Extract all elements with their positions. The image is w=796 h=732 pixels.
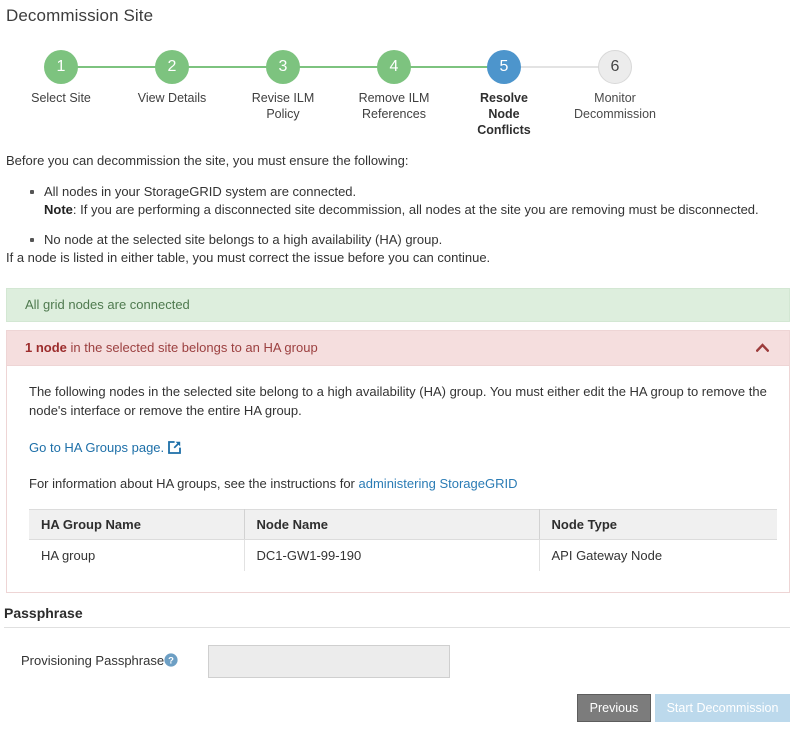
column-header-ha-group-name[interactable]: HA Group Name: [29, 510, 244, 540]
cell-ha-group-name: HA group: [29, 540, 244, 572]
external-link-icon[interactable]: [168, 441, 181, 454]
requirement-2-text: No node at the selected site belongs to …: [44, 232, 442, 247]
step-number-4: 4: [377, 50, 411, 84]
requirement-item-nodes-connected: All nodes in your StorageGRID system are…: [44, 183, 790, 219]
previous-button[interactable]: Previous: [577, 694, 651, 722]
step-number-5: 5: [487, 50, 521, 84]
ha-groups-table: HA Group Name Node Name Node Type HA gro…: [29, 509, 777, 572]
step-number-3: 3: [266, 50, 300, 84]
administering-storagegrid-link[interactable]: administering StorageGRID: [359, 476, 518, 491]
requirement-1-text: All nodes in your StorageGRID system are…: [44, 184, 356, 199]
requirements-section: Before you can decommission the site, yo…: [6, 152, 790, 267]
ha-conflict-message: in the selected site belongs to an HA gr…: [67, 340, 318, 355]
svg-text:?: ?: [168, 655, 174, 666]
step-label-4: Remove ILM References: [338, 90, 450, 122]
decommission-stepper: 1 Select Site 2 View Details 3 Revise IL…: [0, 50, 796, 130]
step-monitor-decommission[interactable]: 6 Monitor Decommission: [559, 50, 671, 122]
step-number-6: 6: [598, 50, 632, 84]
step-label-1: Select Site: [5, 90, 117, 106]
go-to-ha-groups-link[interactable]: Go to HA Groups page.: [29, 440, 164, 455]
step-label-6: Monitor Decommission: [559, 90, 671, 122]
ha-conflict-accordion-header[interactable]: 1 node in the selected site belongs to a…: [6, 330, 790, 366]
grid-nodes-connected-banner: All grid nodes are connected: [6, 288, 790, 322]
table-row: HA group DC1-GW1-99-190 API Gateway Node: [29, 540, 777, 572]
cell-node-name: DC1-GW1-99-190: [244, 540, 539, 572]
passphrase-section-title: Passphrase: [4, 605, 83, 621]
column-header-node-type[interactable]: Node Type: [539, 510, 777, 540]
cell-node-type: API Gateway Node: [539, 540, 777, 572]
table-header-row: HA Group Name Node Name Node Type: [29, 510, 777, 540]
provisioning-passphrase-label: Provisioning Passphrase: [21, 653, 164, 668]
step-select-site[interactable]: 1 Select Site: [5, 50, 117, 106]
step-number-2: 2: [155, 50, 189, 84]
step-label-2: View Details: [116, 90, 228, 106]
note-text: : If you are performing a disconnected s…: [73, 202, 759, 217]
page-title: Decommission Site: [6, 6, 153, 26]
step-remove-ilm-references[interactable]: 4 Remove ILM References: [338, 50, 450, 122]
ha-conflict-accordion: 1 node in the selected site belongs to a…: [6, 330, 790, 593]
ha-groups-info-row: For information about HA groups, see the…: [29, 474, 767, 493]
ha-conflict-count: 1 node: [25, 340, 67, 355]
ha-groups-info-prefix: For information about HA groups, see the…: [29, 476, 359, 491]
note-label: Note: [44, 202, 73, 217]
step-view-details[interactable]: 2 View Details: [116, 50, 228, 106]
requirement-1-note: Note: If you are performing a disconnect…: [44, 201, 790, 219]
requirements-list: All nodes in your StorageGRID system are…: [6, 183, 790, 249]
column-header-node-name[interactable]: Node Name: [244, 510, 539, 540]
provisioning-passphrase-input[interactable]: [208, 645, 450, 678]
ha-conflict-description: The following nodes in the selected site…: [29, 382, 767, 420]
step-label-5: Resolve Node Conflicts: [448, 90, 560, 138]
passphrase-divider: [4, 627, 790, 628]
chevron-up-icon[interactable]: [756, 343, 769, 352]
start-decommission-button[interactable]: Start Decommission: [655, 694, 790, 722]
requirement-item-no-ha-group: No node at the selected site belongs to …: [44, 231, 790, 249]
requirements-lead: Before you can decommission the site, yo…: [6, 152, 790, 170]
step-resolve-node-conflicts[interactable]: 5 Resolve Node Conflicts: [448, 50, 560, 138]
step-label-3: Revise ILM Policy: [227, 90, 339, 122]
requirements-tail: If a node is listed in either table, you…: [6, 249, 790, 267]
step-number-1: 1: [44, 50, 78, 84]
ha-groups-link-row: Go to HA Groups page.: [29, 438, 767, 457]
help-circle-icon[interactable]: ?: [164, 653, 178, 667]
grid-nodes-connected-text: All grid nodes are connected: [25, 297, 190, 312]
step-revise-ilm-policy[interactable]: 3 Revise ILM Policy: [227, 50, 339, 122]
ha-conflict-accordion-body: The following nodes in the selected site…: [6, 366, 790, 593]
